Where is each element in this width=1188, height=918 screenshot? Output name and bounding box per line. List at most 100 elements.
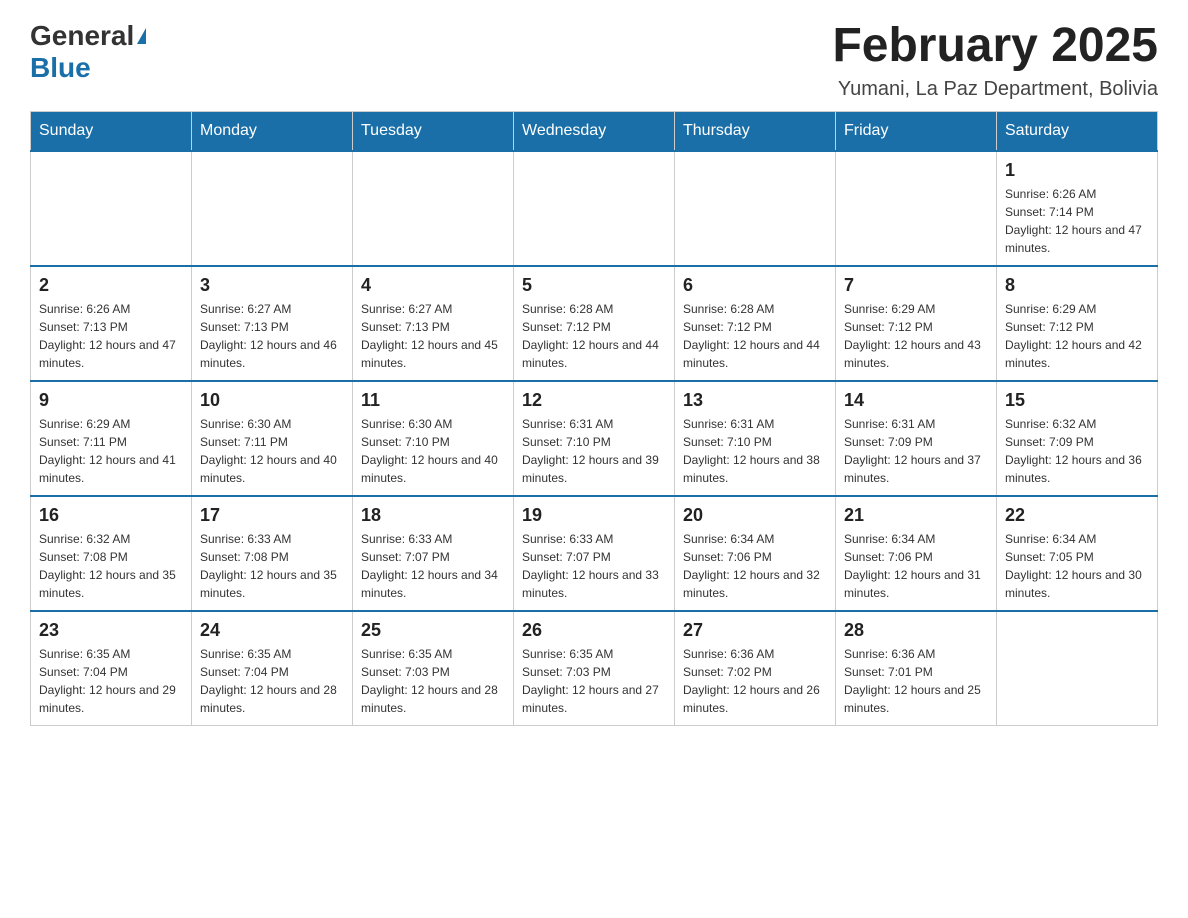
calendar-day-cell	[192, 151, 353, 266]
calendar-day-cell: 11Sunrise: 6:30 AM Sunset: 7:10 PM Dayli…	[353, 381, 514, 496]
day-info: Sunrise: 6:31 AM Sunset: 7:10 PM Dayligh…	[683, 415, 827, 487]
calendar-day-header: Tuesday	[353, 111, 514, 151]
calendar-day-cell: 1Sunrise: 6:26 AM Sunset: 7:14 PM Daylig…	[997, 151, 1158, 266]
calendar-day-cell	[514, 151, 675, 266]
calendar-week-row: 23 Sunrise: 6:35 AM Sunset: 7:04 PM Dayli…	[31, 611, 1158, 726]
calendar-day-cell	[675, 151, 836, 266]
calendar-day-cell: 16Sunrise: 6:32 AM Sunset: 7:08 PM Dayli…	[31, 496, 192, 611]
day-info: Sunrise: 6:36 AM Sunset: 7:02 PM Dayligh…	[683, 645, 827, 717]
calendar-day-cell: 25 Sunrise: 6:35 AM Sunset: 7:03 PM Dayli…	[353, 611, 514, 726]
day-info: Sunrise: 6:32 AM Sunset: 7:09 PM Dayligh…	[1005, 415, 1149, 487]
calendar-day-header: Friday	[836, 111, 997, 151]
calendar-day-cell: 20 Sunrise: 6:34 AM Sunset: 7:06 PM Dayli…	[675, 496, 836, 611]
day-number: 11	[361, 390, 505, 411]
day-number: 20	[683, 505, 827, 526]
calendar-day-header: Saturday	[997, 111, 1158, 151]
day-info: Sunrise: 6:30 AM Sunset: 7:11 PM Dayligh…	[200, 415, 344, 487]
calendar-day-cell: 12 Sunrise: 6:31 AM Sunset: 7:10 PM Dayli…	[514, 381, 675, 496]
calendar-day-cell: 23 Sunrise: 6:35 AM Sunset: 7:04 PM Dayli…	[31, 611, 192, 726]
day-number: 1	[1005, 160, 1149, 181]
calendar-day-cell: 3 Sunrise: 6:27 AM Sunset: 7:13 PM Daylig…	[192, 266, 353, 381]
day-info: Sunrise: 6:35 AM Sunset: 7:04 PM Dayligh…	[39, 645, 183, 717]
day-number: 19	[522, 505, 666, 526]
day-number: 5	[522, 275, 666, 296]
day-number: 17	[200, 505, 344, 526]
day-number: 14	[844, 390, 988, 411]
logo: General Blue	[30, 20, 146, 84]
calendar-day-cell: 21 Sunrise: 6:34 AM Sunset: 7:06 PM Dayli…	[836, 496, 997, 611]
day-number: 18	[361, 505, 505, 526]
day-info: Sunrise: 6:26 AM Sunset: 7:13 PM Dayligh…	[39, 300, 183, 372]
calendar-day-cell: 15 Sunrise: 6:32 AM Sunset: 7:09 PM Dayli…	[997, 381, 1158, 496]
calendar-day-cell: 10 Sunrise: 6:30 AM Sunset: 7:11 PM Dayli…	[192, 381, 353, 496]
subtitle: Yumani, La Paz Department, Bolivia	[832, 78, 1158, 101]
calendar-day-cell: 14 Sunrise: 6:31 AM Sunset: 7:09 PM Dayli…	[836, 381, 997, 496]
logo-blue-text: Blue	[30, 52, 91, 83]
calendar-day-cell: 22 Sunrise: 6:34 AM Sunset: 7:05 PM Dayli…	[997, 496, 1158, 611]
day-info: Sunrise: 6:34 AM Sunset: 7:06 PM Dayligh…	[683, 530, 827, 602]
calendar-day-cell: 28 Sunrise: 6:36 AM Sunset: 7:01 PM Dayli…	[836, 611, 997, 726]
day-number: 27	[683, 620, 827, 641]
calendar-day-cell: 13 Sunrise: 6:31 AM Sunset: 7:10 PM Dayli…	[675, 381, 836, 496]
day-info: Sunrise: 6:29 AM Sunset: 7:12 PM Dayligh…	[844, 300, 988, 372]
day-number: 10	[200, 390, 344, 411]
calendar-table: SundayMondayTuesdayWednesdayThursdayFrid…	[30, 111, 1158, 726]
day-info: Sunrise: 6:35 AM Sunset: 7:04 PM Dayligh…	[200, 645, 344, 717]
day-info: Sunrise: 6:36 AM Sunset: 7:01 PM Dayligh…	[844, 645, 988, 717]
day-info: Sunrise: 6:28 AM Sunset: 7:12 PM Dayligh…	[522, 300, 666, 372]
day-number: 3	[200, 275, 344, 296]
calendar-day-header: Wednesday	[514, 111, 675, 151]
calendar-day-cell: 5 Sunrise: 6:28 AM Sunset: 7:12 PM Daylig…	[514, 266, 675, 381]
day-info: Sunrise: 6:31 AM Sunset: 7:09 PM Dayligh…	[844, 415, 988, 487]
calendar-day-cell: 18 Sunrise: 6:33 AM Sunset: 7:07 PM Dayli…	[353, 496, 514, 611]
calendar-day-cell	[31, 151, 192, 266]
day-info: Sunrise: 6:29 AM Sunset: 7:12 PM Dayligh…	[1005, 300, 1149, 372]
day-info: Sunrise: 6:35 AM Sunset: 7:03 PM Dayligh…	[522, 645, 666, 717]
logo-triangle-icon	[137, 28, 146, 44]
day-info: Sunrise: 6:34 AM Sunset: 7:05 PM Dayligh…	[1005, 530, 1149, 602]
calendar-day-cell: 7 Sunrise: 6:29 AM Sunset: 7:12 PM Daylig…	[836, 266, 997, 381]
calendar-day-header: Monday	[192, 111, 353, 151]
day-info: Sunrise: 6:31 AM Sunset: 7:10 PM Dayligh…	[522, 415, 666, 487]
calendar-day-cell: 4 Sunrise: 6:27 AM Sunset: 7:13 PM Daylig…	[353, 266, 514, 381]
calendar-day-cell: 2 Sunrise: 6:26 AM Sunset: 7:13 PM Daylig…	[31, 266, 192, 381]
day-number: 24	[200, 620, 344, 641]
calendar-day-cell: 17 Sunrise: 6:33 AM Sunset: 7:08 PM Dayli…	[192, 496, 353, 611]
day-info: Sunrise: 6:32 AM Sunset: 7:08 PM Dayligh…	[39, 530, 183, 602]
day-info: Sunrise: 6:33 AM Sunset: 7:07 PM Dayligh…	[361, 530, 505, 602]
calendar-week-row: 2 Sunrise: 6:26 AM Sunset: 7:13 PM Daylig…	[31, 266, 1158, 381]
calendar-day-cell: 27 Sunrise: 6:36 AM Sunset: 7:02 PM Dayli…	[675, 611, 836, 726]
day-number: 12	[522, 390, 666, 411]
calendar-day-header: Thursday	[675, 111, 836, 151]
calendar-day-cell	[836, 151, 997, 266]
day-number: 7	[844, 275, 988, 296]
logo-general-text: General	[30, 20, 134, 52]
day-info: Sunrise: 6:27 AM Sunset: 7:13 PM Dayligh…	[361, 300, 505, 372]
calendar-week-row: 1Sunrise: 6:26 AM Sunset: 7:14 PM Daylig…	[31, 151, 1158, 266]
day-info: Sunrise: 6:33 AM Sunset: 7:07 PM Dayligh…	[522, 530, 666, 602]
day-number: 26	[522, 620, 666, 641]
day-number: 25	[361, 620, 505, 641]
day-number: 13	[683, 390, 827, 411]
day-number: 21	[844, 505, 988, 526]
calendar-week-row: 16Sunrise: 6:32 AM Sunset: 7:08 PM Dayli…	[31, 496, 1158, 611]
day-number: 2	[39, 275, 183, 296]
day-number: 28	[844, 620, 988, 641]
day-info: Sunrise: 6:34 AM Sunset: 7:06 PM Dayligh…	[844, 530, 988, 602]
day-number: 22	[1005, 505, 1149, 526]
calendar-week-row: 9Sunrise: 6:29 AM Sunset: 7:11 PM Daylig…	[31, 381, 1158, 496]
day-number: 8	[1005, 275, 1149, 296]
day-number: 15	[1005, 390, 1149, 411]
day-number: 23	[39, 620, 183, 641]
day-number: 4	[361, 275, 505, 296]
calendar-header-row: SundayMondayTuesdayWednesdayThursdayFrid…	[31, 111, 1158, 151]
day-number: 9	[39, 390, 183, 411]
day-info: Sunrise: 6:27 AM Sunset: 7:13 PM Dayligh…	[200, 300, 344, 372]
calendar-day-cell: 8 Sunrise: 6:29 AM Sunset: 7:12 PM Daylig…	[997, 266, 1158, 381]
page-header: General Blue February 2025 Yumani, La Pa…	[30, 20, 1158, 101]
calendar-day-cell: 19 Sunrise: 6:33 AM Sunset: 7:07 PM Dayli…	[514, 496, 675, 611]
calendar-day-cell	[353, 151, 514, 266]
day-info: Sunrise: 6:33 AM Sunset: 7:08 PM Dayligh…	[200, 530, 344, 602]
day-info: Sunrise: 6:35 AM Sunset: 7:03 PM Dayligh…	[361, 645, 505, 717]
calendar-day-cell: 24 Sunrise: 6:35 AM Sunset: 7:04 PM Dayli…	[192, 611, 353, 726]
